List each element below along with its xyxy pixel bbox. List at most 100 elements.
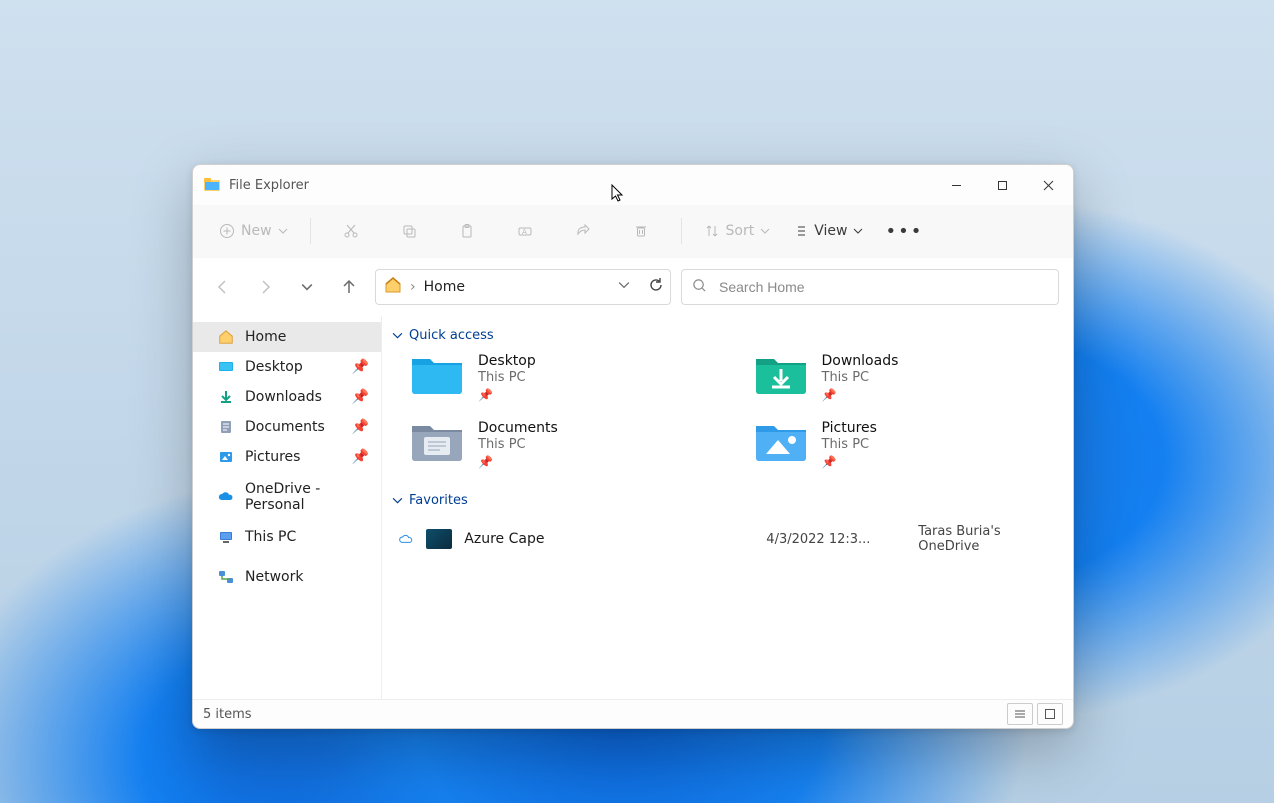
chevron-down-icon: [278, 226, 288, 236]
item-count: 5 items: [203, 707, 252, 722]
pin-icon: 📌: [478, 388, 536, 402]
sidebar-item-label: Downloads: [245, 389, 322, 405]
pin-icon: 📌: [352, 419, 369, 435]
navigation-row: › Home: [193, 258, 1073, 316]
search-icon: [692, 278, 707, 297]
trash-icon: [633, 223, 649, 239]
cut-button[interactable]: [325, 214, 377, 248]
chevron-down-icon[interactable]: [618, 279, 630, 295]
tile-documents[interactable]: Documents This PC 📌: [410, 420, 714, 469]
sidebar-item-label: Home: [245, 329, 286, 345]
content-pane: Quick access Desktop This PC 📌 Downlo: [382, 316, 1073, 699]
documents-icon: [217, 418, 235, 436]
more-button[interactable]: •••: [877, 214, 931, 248]
folder-documents-icon: [410, 420, 464, 462]
sidebar-item-desktop[interactable]: Desktop 📌: [193, 352, 381, 382]
breadcrumb-home[interactable]: Home: [424, 279, 465, 295]
pin-icon: 📌: [478, 455, 558, 469]
copy-button[interactable]: [383, 214, 435, 248]
details-view-button[interactable]: [1007, 703, 1033, 725]
search-input[interactable]: [717, 278, 1048, 296]
sidebar-item-label: Pictures: [245, 449, 300, 465]
forward-button[interactable]: [249, 271, 281, 303]
sidebar-item-label: Network: [245, 569, 303, 585]
desktop-icon: [217, 358, 235, 376]
sidebar-item-onedrive[interactable]: OneDrive - Personal: [193, 482, 381, 512]
tile-downloads[interactable]: Downloads This PC 📌: [754, 353, 1058, 402]
network-icon: [217, 568, 235, 586]
delete-button[interactable]: [615, 214, 667, 248]
folder-desktop-icon: [410, 353, 464, 395]
sidebar-item-label: OneDrive - Personal: [245, 481, 371, 513]
titlebar[interactable]: File Explorer: [193, 165, 1073, 205]
sidebar-item-documents[interactable]: Documents 📌: [193, 412, 381, 442]
tile-desktop[interactable]: Desktop This PC 📌: [410, 353, 714, 402]
search-box[interactable]: [681, 269, 1059, 305]
pin-icon: 📌: [822, 455, 877, 469]
onedrive-icon: [217, 488, 235, 506]
pin-icon: 📌: [352, 359, 369, 375]
pictures-icon: [217, 448, 235, 466]
sort-icon: [704, 223, 720, 239]
group-header-quick-access[interactable]: Quick access: [392, 328, 1057, 343]
recent-locations-button[interactable]: [291, 271, 323, 303]
pin-icon: 📌: [352, 389, 369, 405]
favorite-name: Azure Cape: [464, 531, 754, 547]
maximize-button[interactable]: [979, 165, 1025, 205]
command-bar: New A Sort View •••: [193, 205, 1073, 258]
share-button[interactable]: [557, 214, 609, 248]
rename-button[interactable]: A: [499, 214, 551, 248]
back-button[interactable]: [207, 271, 239, 303]
new-button[interactable]: New: [211, 214, 296, 248]
sidebar-item-network[interactable]: Network: [193, 562, 381, 592]
chevron-down-icon: [392, 495, 403, 506]
paste-button[interactable]: [441, 214, 493, 248]
chevron-down-icon: [760, 226, 770, 236]
sidebar-item-label: Documents: [245, 419, 325, 435]
sidebar-item-downloads[interactable]: Downloads 📌: [193, 382, 381, 412]
group-header-favorites[interactable]: Favorites: [392, 493, 1057, 508]
rename-icon: A: [517, 223, 533, 239]
navigation-pane: Home Desktop 📌 Downloads 📌 Documents 📌 P…: [193, 316, 382, 699]
sidebar-item-label: This PC: [245, 529, 296, 545]
favorite-date: 4/3/2022 12:3...: [766, 532, 906, 547]
pin-icon: 📌: [352, 449, 369, 465]
refresh-button[interactable]: [648, 277, 664, 297]
downloads-icon: [217, 388, 235, 406]
scissors-icon: [343, 223, 359, 239]
plus-circle-icon: [219, 223, 235, 239]
close-button[interactable]: [1025, 165, 1071, 205]
breadcrumb-separator-icon: ›: [410, 279, 416, 295]
file-explorer-window: File Explorer New A Sort View: [192, 164, 1074, 729]
file-explorer-icon: [203, 176, 221, 194]
window-title: File Explorer: [229, 178, 309, 193]
address-bar[interactable]: › Home: [375, 269, 671, 305]
chevron-down-icon: [853, 226, 863, 236]
folder-pictures-icon: [754, 420, 808, 462]
share-icon: [575, 223, 591, 239]
favorite-location: Taras Buria's OneDrive: [918, 524, 1057, 554]
clipboard-icon: [459, 223, 475, 239]
home-icon: [384, 276, 402, 298]
tile-pictures[interactable]: Pictures This PC 📌: [754, 420, 1058, 469]
view-button[interactable]: View: [784, 214, 871, 248]
sidebar-item-home[interactable]: Home: [193, 322, 381, 352]
chevron-down-icon: [392, 330, 403, 341]
copy-icon: [401, 223, 417, 239]
favorite-item[interactable]: Azure Cape 4/3/2022 12:3... Taras Buria'…: [392, 518, 1057, 560]
quick-access-grid: Desktop This PC 📌 Downloads This PC 📌: [392, 353, 1057, 469]
sidebar-item-pictures[interactable]: Pictures 📌: [193, 442, 381, 472]
minimize-button[interactable]: [933, 165, 979, 205]
pin-icon: 📌: [822, 388, 899, 402]
up-button[interactable]: [333, 271, 365, 303]
thumbnails-view-button[interactable]: [1037, 703, 1063, 725]
view-icon: [792, 223, 808, 239]
sidebar-item-thispc[interactable]: This PC: [193, 522, 381, 552]
svg-text:A: A: [522, 228, 527, 236]
thispc-icon: [217, 528, 235, 546]
sidebar-item-label: Desktop: [245, 359, 303, 375]
cloud-icon: [398, 531, 414, 547]
sort-button[interactable]: Sort: [696, 214, 779, 248]
folder-downloads-icon: [754, 353, 808, 395]
home-icon: [217, 328, 235, 346]
